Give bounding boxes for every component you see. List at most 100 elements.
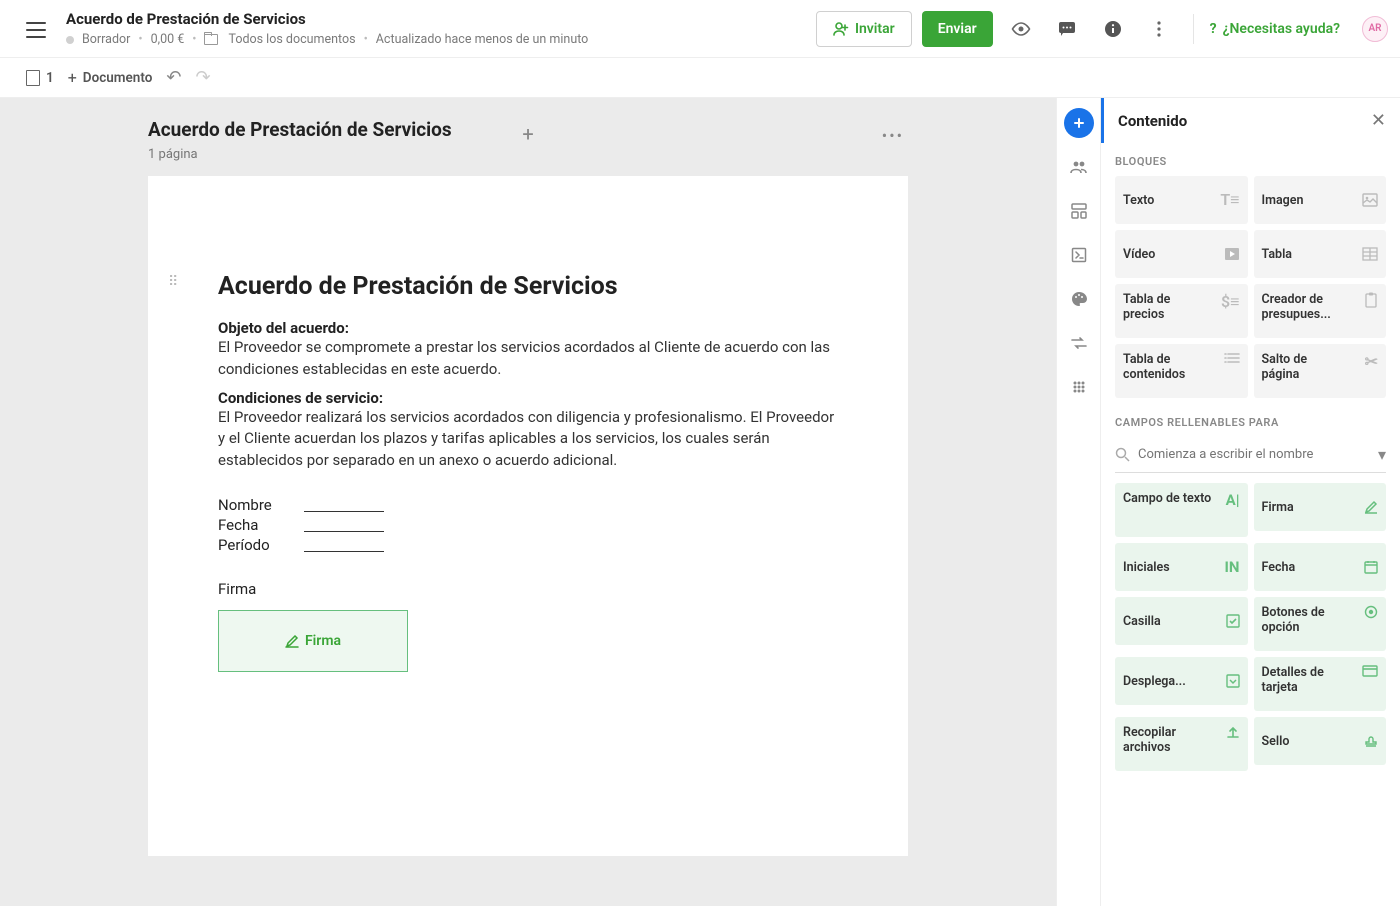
field-initials[interactable]: InicialesIN xyxy=(1115,543,1248,591)
tab-content[interactable] xyxy=(1064,108,1094,138)
folder-label[interactable]: Todos los documentos xyxy=(228,32,355,47)
section-2-text[interactable]: El Proveedor realizará los servicios aco… xyxy=(218,407,838,472)
field-name-row[interactable]: Nombre xyxy=(218,496,838,514)
block-text[interactable]: TextoT≡ xyxy=(1115,176,1248,224)
block-pagebreak[interactable]: Salto de página✂ xyxy=(1254,344,1387,398)
block-toc[interactable]: Tabla de contenidos xyxy=(1115,344,1248,398)
checkbox-icon xyxy=(1226,614,1240,628)
block-video[interactable]: Vídeo xyxy=(1115,230,1248,278)
textfield-icon: A| xyxy=(1226,491,1240,509)
field-text[interactable]: Campo de textoA| xyxy=(1115,483,1248,537)
status-label: Borrador xyxy=(82,32,130,47)
pages-icon xyxy=(26,70,40,86)
scissors-icon: ✂ xyxy=(1365,352,1378,371)
play-icon xyxy=(1224,247,1240,261)
field-dropdown[interactable]: Desplega... xyxy=(1115,657,1248,705)
field-stamp[interactable]: Sello xyxy=(1254,717,1387,765)
text-icon: T≡ xyxy=(1220,190,1239,210)
tab-recipients[interactable] xyxy=(1064,152,1094,182)
drag-handle-icon[interactable]: ⠿ xyxy=(168,274,184,290)
document-title[interactable]: Acuerdo de Prestación de Servicios xyxy=(66,10,816,28)
list-icon xyxy=(1224,352,1240,364)
field-date-row[interactable]: Fecha xyxy=(218,516,838,534)
more-icon[interactable] xyxy=(1141,11,1177,47)
side-tabs xyxy=(1056,98,1100,906)
redo-icon[interactable]: ↷ xyxy=(195,67,210,88)
field-signature[interactable]: Firma xyxy=(1254,483,1387,531)
pen-icon xyxy=(285,634,299,648)
main: Acuerdo de Prestación de Servicios 1 pág… xyxy=(0,98,1400,906)
help-button[interactable]: ? ¿Necesitas ayuda? xyxy=(1210,21,1340,37)
invite-button[interactable]: Invitar xyxy=(816,11,912,47)
block-pricing[interactable]: Tabla de precios$≡ xyxy=(1115,284,1248,338)
field-collect[interactable]: Recopilar archivos xyxy=(1115,717,1248,771)
updated-label: Actualizado hace menos de un minuto xyxy=(376,32,589,47)
chat-icon[interactable] xyxy=(1049,11,1085,47)
title-block: Acuerdo de Prestación de Servicios Borra… xyxy=(66,10,816,47)
block-quote[interactable]: Creador de presupues... xyxy=(1254,284,1387,338)
menu-icon[interactable] xyxy=(26,22,46,38)
top-actions: Invitar Enviar ? ¿Necesitas ayuda? AR xyxy=(816,11,1388,47)
dropdown-icon xyxy=(1226,674,1240,688)
field-checkbox[interactable]: Casilla xyxy=(1115,597,1248,645)
folder-icon xyxy=(204,34,218,45)
pricing-icon: $≡ xyxy=(1221,292,1239,312)
document-meta: Borrador • 0,00 € • Todos los documentos… xyxy=(66,32,816,47)
signature-field[interactable]: Firma xyxy=(218,610,408,672)
calendar-icon xyxy=(1364,560,1378,574)
radio-icon xyxy=(1364,605,1378,619)
field-radio[interactable]: Botones de opción xyxy=(1254,597,1387,651)
tab-apps[interactable] xyxy=(1064,372,1094,402)
info-icon[interactable] xyxy=(1095,11,1131,47)
field-card[interactable]: Detalles de tarjeta xyxy=(1254,657,1387,711)
signature-label: Firma xyxy=(218,580,838,598)
document-header: Acuerdo de Prestación de Servicios 1 pág… xyxy=(148,118,908,162)
field-period-row[interactable]: Período xyxy=(218,536,838,554)
content-panel: Contenido ✕ BLOQUES TextoT≡ Imagen Vídeo… xyxy=(1100,98,1400,906)
upload-icon xyxy=(1226,725,1240,739)
recipient-input[interactable] xyxy=(1138,447,1370,462)
pen-icon xyxy=(1364,500,1378,514)
top-bar: Acuerdo de Prestación de Servicios Borra… xyxy=(0,0,1400,58)
panel-header: Contenido ✕ xyxy=(1101,98,1400,143)
panel-title: Contenido xyxy=(1118,112,1187,130)
tab-workflow[interactable] xyxy=(1064,328,1094,358)
tab-layout[interactable] xyxy=(1064,196,1094,226)
recipient-search[interactable]: ▾ xyxy=(1115,437,1386,473)
image-icon xyxy=(1362,193,1378,207)
undo-icon[interactable]: ↶ xyxy=(166,67,181,88)
section-1-text[interactable]: El Proveedor se compromete a prestar los… xyxy=(218,337,838,381)
add-page-icon[interactable]: + xyxy=(522,122,533,146)
blocks-section-title: BLOQUES xyxy=(1115,155,1386,168)
edit-bar: 1 + Documento ↶ ↷ xyxy=(0,58,1400,98)
doc-head-sub: 1 página xyxy=(148,147,452,162)
avatar[interactable]: AR xyxy=(1362,16,1388,42)
preview-icon[interactable] xyxy=(1003,11,1039,47)
canvas[interactable]: Acuerdo de Prestación de Servicios 1 pág… xyxy=(0,98,1056,906)
tab-variables[interactable] xyxy=(1064,240,1094,270)
price-label: 0,00 € xyxy=(151,32,185,47)
clipboard-icon xyxy=(1364,292,1378,308)
fields-section-title: CAMPOS RELLENABLES PARA xyxy=(1115,416,1386,429)
add-document-button[interactable]: + Documento xyxy=(68,68,153,87)
section-1-title[interactable]: Objeto del acuerdo: xyxy=(218,319,838,337)
initials-icon: IN xyxy=(1225,558,1240,576)
block-table[interactable]: Tabla xyxy=(1254,230,1387,278)
block-image[interactable]: Imagen xyxy=(1254,176,1387,224)
stamp-icon xyxy=(1364,734,1378,748)
doc-more-icon[interactable]: ••• xyxy=(882,126,904,145)
close-icon[interactable]: ✕ xyxy=(1371,110,1386,131)
status-dot xyxy=(66,36,74,44)
table-icon xyxy=(1362,247,1378,261)
page[interactable]: ⠿ Acuerdo de Prestación de Servicios Obj… xyxy=(148,176,908,856)
field-date[interactable]: Fecha xyxy=(1254,543,1387,591)
pages-button[interactable]: 1 xyxy=(26,70,54,86)
tab-design[interactable] xyxy=(1064,284,1094,314)
section-2-title[interactable]: Condiciones de servicio: xyxy=(218,389,838,407)
search-icon xyxy=(1115,447,1130,462)
card-icon xyxy=(1362,665,1378,677)
send-button[interactable]: Enviar xyxy=(922,11,993,47)
chevron-down-icon[interactable]: ▾ xyxy=(1378,445,1386,464)
doc-head-title[interactable]: Acuerdo de Prestación de Servicios xyxy=(148,118,452,141)
page-heading[interactable]: Acuerdo de Prestación de Servicios xyxy=(218,272,838,301)
